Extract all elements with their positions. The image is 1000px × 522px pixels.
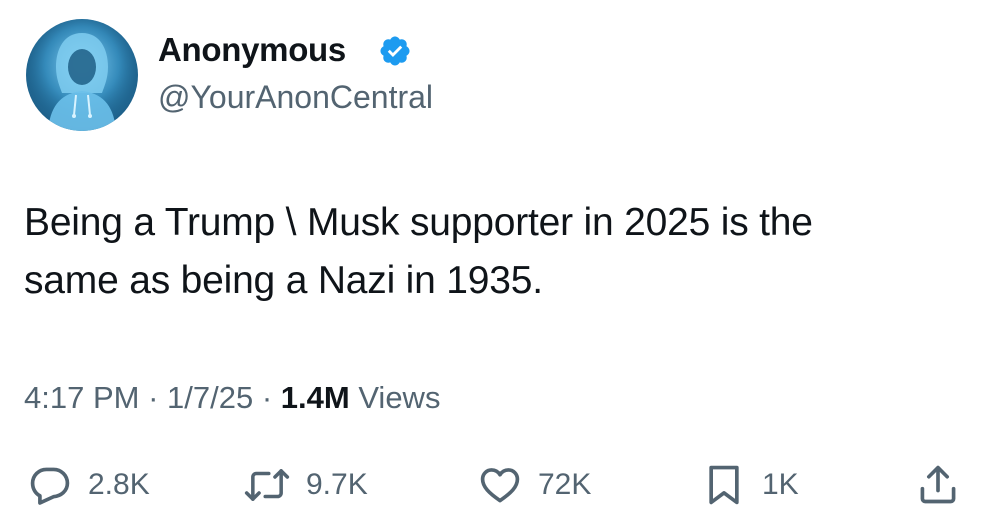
reply-count: 2.8K	[88, 468, 150, 501]
reply-icon	[30, 467, 70, 505]
heart-icon	[480, 468, 520, 503]
hooded-figure-icon	[26, 19, 138, 131]
user-handle[interactable]: @YourAnonCentral	[158, 76, 433, 118]
tweet-time[interactable]: 4:17 PM	[24, 380, 139, 415]
bookmark-button[interactable]: 1K	[702, 455, 799, 515]
tweet-card: Anonymous @YourAnonCentral Being a Trump…	[0, 0, 1000, 522]
display-name[interactable]: Anonymous	[158, 28, 346, 72]
verified-badge-icon[interactable]	[378, 34, 412, 68]
action-bar: 2.8K 9.7K 72K 1K	[0, 455, 1000, 515]
bookmark-icon	[709, 465, 739, 505]
like-button[interactable]: 72K	[478, 455, 591, 515]
tweet-date[interactable]: 1/7/25	[167, 380, 253, 415]
share-icon	[920, 465, 956, 504]
views-label: Views	[349, 380, 441, 415]
tweet-text: Being a Trump \ Musk supporter in 2025 i…	[24, 201, 813, 302]
repost-button[interactable]: 9.7K	[244, 455, 368, 515]
avatar[interactable]	[26, 19, 138, 131]
meta-separator: ·	[139, 380, 168, 415]
share-button[interactable]	[916, 455, 960, 515]
tweet-meta: 4:17 PM · 1/7/25 · 1.4M Views	[24, 377, 440, 419]
bookmark-count: 1K	[762, 468, 799, 501]
reply-button[interactable]: 2.8K	[28, 455, 150, 515]
meta-separator: ·	[253, 380, 281, 415]
views-count[interactable]: 1.4M	[281, 380, 350, 415]
like-count: 72K	[538, 468, 592, 501]
repost-icon	[244, 469, 290, 501]
repost-count: 9.7K	[306, 468, 368, 501]
